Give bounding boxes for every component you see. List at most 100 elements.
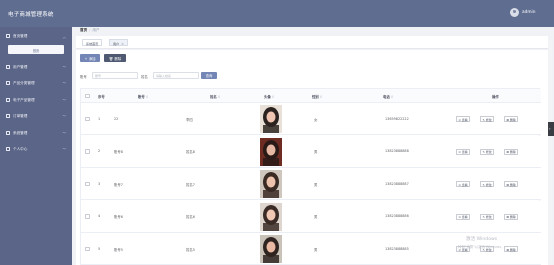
- view-button[interactable]: ⊙ 查看: [456, 213, 471, 220]
- add-button[interactable]: + 添加: [80, 54, 100, 62]
- sort-icon[interactable]: ⇕: [146, 95, 149, 99]
- view-button[interactable]: ⊙ 查看: [456, 116, 471, 122]
- table-row[interactable]: 1 22 李四 女 13659822222 ⊙ 查看 ✎ 修改 ⊠ 删除: [81, 103, 541, 135]
- cell-gender: 女: [314, 117, 318, 122]
- watermark-text: 激活 Windows: [466, 237, 498, 242]
- cell-account: 账号8: [114, 150, 123, 154]
- sort-icon[interactable]: ⇕: [218, 95, 221, 99]
- sort-icon[interactable]: ⇕: [320, 95, 323, 99]
- cell-phone: 13659822222: [385, 116, 409, 121]
- edit-button[interactable]: ✎ 修改: [480, 181, 495, 187]
- delete-row-button[interactable]: ⊠ 删除: [504, 246, 519, 252]
- sidebar-subitem-home[interactable]: 首页: [8, 45, 64, 54]
- select-all-checkbox[interactable]: [85, 93, 90, 99]
- sidebar-item-orders[interactable]: 订单管理 ﹀: [0, 110, 72, 122]
- row-checkbox[interactable]: [85, 214, 90, 219]
- chevron-down-icon: ﹀: [62, 81, 66, 86]
- table-row[interactable]: 4 账号6 姓名6 男 13823888886 ⊙ 查看 ✎ 修改 ⊠ 删除: [81, 200, 541, 233]
- table-row[interactable]: 3 账号7 姓名7 男 13823888887 ⊙ 查看 ✎ 修改 ⊠ 删除: [81, 168, 541, 200]
- delete-row-button[interactable]: ⊠ 删除: [504, 213, 519, 220]
- cell-index: 2: [98, 149, 101, 153]
- avatar: [260, 202, 282, 231]
- watermark-subtext: 转到"设置"以激活 Windows。: [458, 245, 505, 249]
- sidebar-item-profile[interactable]: 个人中心 ﹀: [0, 143, 72, 155]
- tag-home[interactable]: 系统首页: [82, 38, 103, 46]
- cell-name: 姓名5: [186, 247, 195, 252]
- header-ops: 操作: [492, 95, 499, 99]
- edit-button[interactable]: ✎ 修改: [480, 213, 495, 220]
- sidebar-item-label: 订单管理: [13, 114, 28, 118]
- cell-gender: 男: [314, 215, 318, 219]
- sort-icon[interactable]: ⇕: [391, 95, 394, 99]
- page-scrollbar[interactable]: [549, 40, 552, 265]
- chevron-down-icon: ﹀: [62, 131, 66, 136]
- sidebar-item-home-manage[interactable]: 首页管理 ︿: [0, 30, 72, 42]
- edit-button[interactable]: ✎ 修改: [480, 116, 495, 122]
- sidebar-item-users[interactable]: 用户管理 ﹀: [0, 61, 72, 73]
- delete-row-button[interactable]: ⊠ 删除: [504, 181, 519, 187]
- sidebar-item-system[interactable]: 系统管理 ﹀: [0, 127, 72, 139]
- breadcrumb-home[interactable]: 首页: [80, 28, 87, 32]
- cell-index: 1: [98, 116, 101, 121]
- cell-gender: 男: [314, 182, 318, 187]
- row-checkbox[interactable]: [85, 246, 90, 251]
- account-search-input[interactable]: 账号: [92, 72, 138, 79]
- cell-account: 账号7: [114, 182, 123, 187]
- view-button[interactable]: ⊙ 查看: [456, 181, 471, 187]
- header-account[interactable]: 账号⇕: [138, 94, 148, 99]
- name-search-input[interactable]: 请输入姓名: [153, 72, 199, 79]
- delete-row-button[interactable]: ⊠ 删除: [504, 148, 519, 155]
- chevron-down-icon: ﹀: [62, 98, 66, 103]
- cell-name: 姓名7: [186, 182, 195, 187]
- header-gender[interactable]: 性别⇕: [312, 94, 322, 99]
- row-checkbox[interactable]: [85, 181, 90, 186]
- top-bar: 电子商城管理系统 admin: [0, 0, 554, 27]
- header-index: 序号: [98, 95, 105, 99]
- sidebar-item-categories[interactable]: 产品分类管理 ﹀: [0, 77, 72, 89]
- account-label: 账号: [80, 75, 87, 79]
- breadcrumb-separator: /: [89, 28, 91, 32]
- user-avatar-icon[interactable]: [510, 8, 519, 17]
- cell-account: 账号6: [114, 215, 123, 219]
- breadcrumb-current: 用户: [92, 28, 100, 32]
- row-checkbox[interactable]: [85, 149, 90, 154]
- avatar: [260, 137, 282, 166]
- view-button[interactable]: ⊙ 查看: [456, 148, 471, 155]
- delete-button[interactable]: 🗑 删除: [104, 54, 126, 62]
- close-icon[interactable]: ×: [121, 42, 124, 46]
- header-name[interactable]: 姓名⇕: [210, 94, 220, 99]
- cell-name: 姓名8: [186, 150, 195, 154]
- row-checkbox[interactable]: [85, 116, 90, 121]
- avatar: [260, 170, 282, 198]
- table-row[interactable]: 2 账号8 姓名8 男 13823888888 ⊙ 查看 ✎ 修改 ⊠ 删除: [81, 135, 541, 168]
- user-name[interactable]: admin: [522, 10, 535, 15]
- delete-row-button[interactable]: ⊠ 删除: [504, 116, 519, 122]
- order-icon: [6, 114, 10, 118]
- name-label: 姓名: [141, 75, 148, 79]
- product-icon: [6, 98, 10, 102]
- plus-icon: +: [84, 57, 88, 61]
- tags-bar: 系统首页 用户 ×: [76, 36, 548, 49]
- query-button[interactable]: 查询: [201, 72, 217, 79]
- chevron-down-icon: ﹀: [62, 114, 66, 119]
- app-title: 电子商城管理系统: [8, 12, 54, 18]
- chevron-down-icon: ﹀: [62, 65, 66, 70]
- tag-users[interactable]: 用户 ×: [109, 38, 128, 46]
- home-icon: [6, 34, 10, 38]
- settings-icon: [6, 131, 10, 135]
- edit-button[interactable]: ✎ 修改: [480, 148, 495, 155]
- sidebar-item-products[interactable]: 电子产品管理 ﹀: [0, 94, 72, 106]
- sidebar-item-label: 系统管理: [13, 131, 28, 135]
- sort-icon[interactable]: ⇕: [272, 95, 275, 99]
- collapse-handle[interactable]: ›: [548, 122, 554, 136]
- cell-phone: 13823888887: [385, 181, 409, 186]
- user-icon: [6, 65, 10, 69]
- profile-icon: [6, 147, 10, 151]
- cell-account: 22: [114, 116, 119, 121]
- cell-phone: 13823888886: [385, 214, 409, 218]
- header-avatar[interactable]: 头像⇕: [264, 94, 274, 99]
- cell-index: 5: [98, 246, 101, 251]
- cell-name: 姓名6: [186, 215, 195, 219]
- cell-gender: 男: [314, 150, 318, 154]
- header-phone[interactable]: 电话⇕: [383, 94, 393, 99]
